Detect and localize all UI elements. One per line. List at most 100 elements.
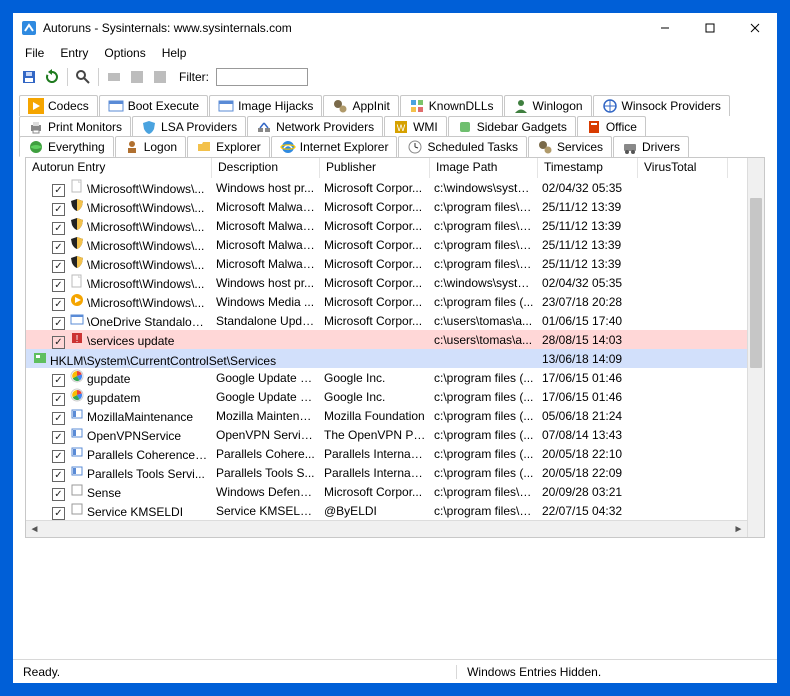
cell-entry: \Microsoft\Windows\... xyxy=(87,258,204,272)
tab-services[interactable]: Services xyxy=(528,136,612,157)
properties-icon[interactable] xyxy=(127,67,147,87)
checkbox-icon[interactable]: ✓ xyxy=(52,203,65,216)
delete-icon[interactable] xyxy=(150,67,170,87)
tab-codecs[interactable]: Codecs xyxy=(19,95,98,116)
tab-logon[interactable]: Logon xyxy=(115,136,186,157)
tab-drivers[interactable]: Drivers xyxy=(613,136,689,157)
checkbox-icon[interactable]: ✓ xyxy=(52,336,65,349)
checkbox-icon[interactable]: ✓ xyxy=(52,260,65,273)
table-row[interactable]: ✓\Microsoft\Windows\...Microsoft Malwar.… xyxy=(26,197,747,216)
table-row[interactable]: ✓\Microsoft\Windows\...Microsoft Malwar.… xyxy=(26,235,747,254)
group-row[interactable]: HKLM\System\CurrentControlSet\Services13… xyxy=(26,349,747,368)
cell-path: c:\program files\w... xyxy=(430,219,538,233)
table-row[interactable]: ✓\Microsoft\Windows\...Windows host pr..… xyxy=(26,273,747,292)
refresh-icon[interactable] xyxy=(42,67,62,87)
window-icon xyxy=(218,98,234,114)
table-row[interactable]: ✓!\services updatec:\users\tomas\a...28/… xyxy=(26,330,747,349)
gadget-icon xyxy=(457,119,473,135)
checkbox-icon[interactable]: ✓ xyxy=(52,431,65,444)
cell-entry: gupdate xyxy=(87,372,130,386)
checkbox-icon[interactable]: ✓ xyxy=(52,184,65,197)
cell-entry: \Microsoft\Windows\... xyxy=(87,296,204,310)
table-row[interactable]: ✓gupdateGoogle Update S...Google Inc.c:\… xyxy=(26,368,747,387)
tab-boot-execute[interactable]: Boot Execute xyxy=(99,95,208,116)
table-row[interactable]: ✓\OneDrive Standalon...Standalone Upda..… xyxy=(26,311,747,330)
list-body[interactable]: ✓\Microsoft\Windows\...Windows host pr..… xyxy=(26,178,747,520)
jump-icon[interactable] xyxy=(104,67,124,87)
table-row[interactable]: ✓\Microsoft\Windows\...Windows host pr..… xyxy=(26,178,747,197)
maximize-button[interactable] xyxy=(687,13,732,43)
scroll-thumb[interactable] xyxy=(750,198,762,368)
cell-publisher: Microsoft Corpor... xyxy=(320,485,430,499)
checkbox-icon[interactable]: ✓ xyxy=(52,507,65,520)
cell-publisher: Microsoft Corpor... xyxy=(320,257,430,271)
gears-icon xyxy=(537,139,553,155)
table-row[interactable]: ✓\Microsoft\Windows\...Windows Media ...… xyxy=(26,292,747,311)
col-autorun-entry[interactable]: Autorun Entry xyxy=(26,158,212,178)
checkbox-icon[interactable]: ✓ xyxy=(52,374,65,387)
table-row[interactable]: ✓\Microsoft\Windows\...Microsoft Malwar.… xyxy=(26,216,747,235)
tab-label: Network Providers xyxy=(276,120,374,134)
checkbox-icon[interactable]: ✓ xyxy=(52,412,65,425)
checkbox-icon[interactable]: ✓ xyxy=(52,279,65,292)
checkbox-icon[interactable]: ✓ xyxy=(52,222,65,235)
filter-input[interactable] xyxy=(216,68,308,86)
cell-description: Microsoft Malwar... xyxy=(212,200,320,214)
col-description[interactable]: Description xyxy=(212,158,320,178)
tab-network-providers[interactable]: Network Providers xyxy=(247,116,383,137)
find-icon[interactable] xyxy=(73,67,93,87)
checkbox-icon[interactable]: ✓ xyxy=(52,317,65,330)
col-image-path[interactable]: Image Path xyxy=(430,158,538,178)
col-publisher[interactable]: Publisher xyxy=(320,158,430,178)
folder-icon xyxy=(196,139,212,155)
tab-winsock-providers[interactable]: Winsock Providers xyxy=(593,95,730,116)
tab-knowndlls[interactable]: KnownDLLs xyxy=(400,95,503,116)
cell-timestamp: 20/05/18 22:10 xyxy=(538,447,638,461)
col-timestamp[interactable]: Timestamp xyxy=(538,158,638,178)
tab-print-monitors[interactable]: Print Monitors xyxy=(19,116,131,137)
application-window: Autoruns - Sysinternals: www.sysinternal… xyxy=(12,12,778,684)
table-row[interactable]: ✓\Microsoft\Windows\...Microsoft Malwar.… xyxy=(26,254,747,273)
tab-winlogon[interactable]: Winlogon xyxy=(504,95,592,116)
minimize-button[interactable] xyxy=(642,13,687,43)
menu-help[interactable]: Help xyxy=(154,44,195,62)
close-button[interactable] xyxy=(732,13,777,43)
menu-entry[interactable]: Entry xyxy=(52,44,96,62)
table-row[interactable]: ✓SenseWindows Defend...Microsoft Corpor.… xyxy=(26,482,747,501)
table-row[interactable]: ✓gupdatemGoogle Update S...Google Inc.c:… xyxy=(26,387,747,406)
menu-options[interactable]: Options xyxy=(96,44,153,62)
col-virustotal[interactable]: VirusTotal xyxy=(638,158,728,178)
checkbox-icon[interactable]: ✓ xyxy=(52,469,65,482)
tab-everything[interactable]: Everything xyxy=(19,136,114,157)
checkbox-icon[interactable]: ✓ xyxy=(52,241,65,254)
table-row[interactable]: ✓Parallels Tools Servi...Parallels Tools… xyxy=(26,463,747,482)
tab-internet-explorer[interactable]: Internet Explorer xyxy=(271,136,398,157)
tab-sidebar-gadgets[interactable]: Sidebar Gadgets xyxy=(448,116,576,137)
tab-image-hijacks[interactable]: Image Hijacks xyxy=(209,95,322,116)
tab-lsa-providers[interactable]: LSA Providers xyxy=(132,116,246,137)
shield-icon xyxy=(69,216,85,232)
tab-office[interactable]: Office xyxy=(577,116,646,137)
vertical-scrollbar[interactable] xyxy=(747,158,764,537)
cell-entry: Parallels Coherence ... xyxy=(87,448,208,462)
checkbox-icon[interactable]: ✓ xyxy=(52,393,65,406)
checkbox-icon[interactable]: ✓ xyxy=(52,488,65,501)
tab-label: WMI xyxy=(413,120,438,134)
table-row[interactable]: ✓Service KMSELDIService KMSELDI...@ByELD… xyxy=(26,501,747,520)
task-icon xyxy=(69,311,85,327)
cell-description: Google Update S... xyxy=(212,371,320,385)
tab-appinit[interactable]: AppInit xyxy=(323,95,398,116)
tab-explorer[interactable]: Explorer xyxy=(187,136,270,157)
table-row[interactable]: ✓OpenVPNServiceOpenVPN Servic...The Open… xyxy=(26,425,747,444)
menu-file[interactable]: File xyxy=(17,44,52,62)
checkbox-icon[interactable]: ✓ xyxy=(52,450,65,463)
tab-wmi[interactable]: WWMI xyxy=(384,116,447,137)
tab-label: Codecs xyxy=(48,99,89,113)
table-row[interactable]: ✓MozillaMaintenanceMozilla Maintena...Mo… xyxy=(26,406,747,425)
save-icon[interactable] xyxy=(19,67,39,87)
blank-icon xyxy=(69,482,85,498)
table-row[interactable]: ✓Parallels Coherence ...Parallels Cohere… xyxy=(26,444,747,463)
tab-scheduled-tasks[interactable]: Scheduled Tasks xyxy=(398,136,527,157)
checkbox-icon[interactable]: ✓ xyxy=(52,298,65,311)
horizontal-scrollbar[interactable]: ◄► xyxy=(26,520,747,537)
